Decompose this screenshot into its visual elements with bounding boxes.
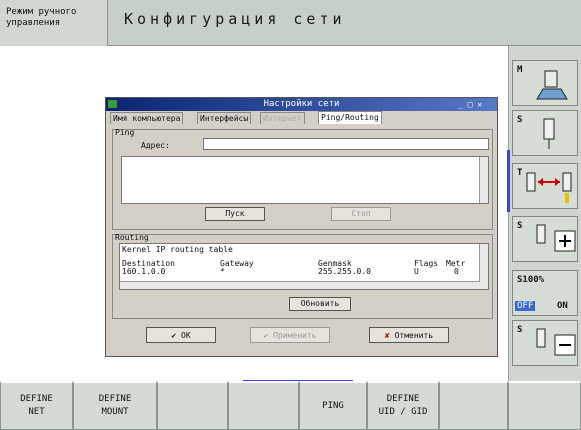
refresh-button[interactable]: Обновить [289, 297, 351, 311]
mode-label: Режим ручного управления [6, 7, 77, 28]
cell-gateway: * [220, 267, 225, 276]
dialog-title: Настройки сети [106, 98, 497, 111]
address-label: Адрес: [141, 141, 170, 150]
spindle-on-toggle[interactable]: ON [557, 301, 568, 311]
sidebar-item-spindle-minus[interactable]: S [512, 320, 578, 366]
apply-button: ✔ Применить [250, 327, 330, 343]
network-settings-dialog: Настройки сети _ □ ✕ Имя компьютера Инте… [105, 97, 498, 357]
routing-vscrollbar[interactable] [479, 244, 488, 289]
window-controls-icon[interactable]: _ □ ✕ [458, 100, 494, 109]
sidebar-label-m: M [517, 65, 523, 75]
softkey-1-line2: NET [28, 407, 45, 417]
apply-label: Применить [273, 331, 317, 340]
spindle-icon [543, 118, 555, 149]
ok-button[interactable]: ✔ OK [146, 327, 216, 343]
softkey-2-line2: MOUNT [101, 407, 129, 417]
tab-computer-name[interactable]: Имя компьютера [110, 112, 184, 124]
cancel-button[interactable]: ✘ Отменить [369, 327, 449, 343]
ping-group-label: Ping [115, 128, 135, 137]
sidebar-label-s1: S [517, 115, 523, 125]
start-button[interactable]: Пуск [205, 207, 265, 221]
softkey-6-line1: DEFINE [386, 394, 420, 404]
ok-check-icon: ✔ [171, 331, 177, 340]
softkey-ping[interactable]: PING [299, 381, 367, 430]
softkey-define-uid-gid[interactable]: DEFINE UID / GID [367, 381, 439, 430]
routing-table: Kernel IP routing table Destination Gate… [119, 243, 489, 290]
ping-output-area [121, 156, 489, 204]
sidebar-selection-marker [507, 150, 510, 212]
spindle-off-toggle[interactable]: OFF [515, 301, 536, 311]
machine-icon [536, 70, 568, 100]
ping-scrollbar[interactable] [479, 157, 488, 203]
cell-destination: 160.1.0.0 [122, 267, 166, 276]
routing-group: Routing Kernel IP routing table Destinat… [112, 233, 493, 319]
softkey-6-line2: UID / GID [378, 407, 428, 417]
softkey-2-line1: DEFINE [98, 394, 132, 404]
softkey-empty-3 [157, 381, 228, 430]
apply-check-icon: ✔ [263, 331, 269, 340]
sidebar-item-m[interactable]: M [512, 60, 578, 106]
cancel-label: Отменить [394, 331, 434, 340]
col-gateway: Gateway [220, 259, 254, 268]
tab-internet: Интернет [260, 112, 305, 124]
spindle-minus-icon [536, 328, 576, 356]
tool-change-icon [526, 172, 572, 203]
cell-flags: U [414, 267, 419, 276]
sidebar-label-t: T [517, 168, 523, 178]
cancel-x-icon: ✘ [384, 331, 390, 340]
tab-interfaces[interactable]: Интерфейсы [197, 112, 252, 124]
routing-table-title: Kernel IP routing table [122, 245, 233, 254]
app-icon [108, 100, 117, 108]
cell-metric: 0 [454, 267, 459, 276]
softkey-empty-7 [439, 381, 508, 430]
address-input[interactable] [203, 138, 489, 150]
sidebar-item-s1[interactable]: S [512, 110, 578, 156]
sidebar-label-s100: S100% [517, 275, 545, 285]
softkey-empty-8 [508, 381, 581, 430]
softkey-empty-4 [228, 381, 299, 430]
tab-ping-routing[interactable]: Ping/Routing [318, 111, 382, 124]
softkey-1-line1: DEFINE [20, 394, 53, 404]
stop-button: Стоп [331, 207, 391, 221]
sidebar-item-spindle-override[interactable]: S100% OFF ON [512, 270, 578, 316]
sidebar-item-t[interactable]: T [512, 163, 578, 209]
softkey-define-mount[interactable]: DEFINE MOUNT [73, 381, 157, 430]
ok-label: OK [181, 331, 191, 340]
softkey-5-line1: PING [322, 400, 344, 411]
sidebar-item-spindle-plus[interactable]: S [512, 216, 578, 262]
spindle-plus-icon [536, 224, 576, 252]
cell-genmask: 255.255.0.0 [318, 267, 371, 276]
routing-hscrollbar[interactable] [120, 281, 480, 289]
ping-group: Ping Адрес: Пуск Стоп [112, 128, 493, 230]
routing-group-label: Routing [115, 233, 149, 242]
softkey-define-net[interactable]: DEFINE NET [0, 381, 73, 430]
page-title: Конфигурация сети [124, 10, 346, 28]
